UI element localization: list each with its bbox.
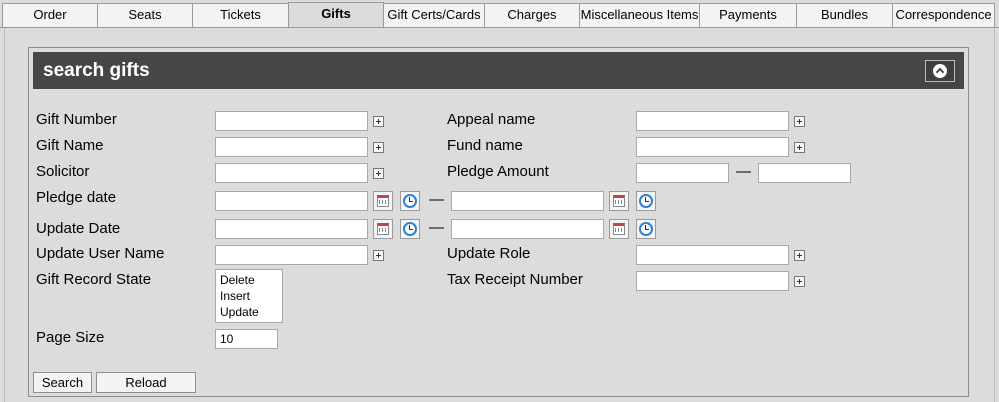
tab-bundles[interactable]: Bundles [796, 3, 893, 27]
search-gifts-panel: search gifts Gift Number Gift Name Solic… [28, 47, 969, 397]
update-user-name-add-icon[interactable] [373, 250, 384, 261]
pledge-amount-from-input[interactable] [636, 163, 729, 183]
update-date-to-clock-icon[interactable] [636, 219, 656, 239]
pledge-date-from-calendar-icon[interactable] [373, 191, 393, 211]
gift-record-state-option[interactable]: Insert [220, 288, 278, 304]
update-date-range-separator: — [429, 219, 444, 236]
search-button[interactable]: Search [33, 372, 92, 393]
tab-gifts[interactable]: Gifts [288, 2, 384, 28]
panel-title: search gifts [43, 60, 150, 81]
update-user-name-label: Update User Name [36, 245, 165, 262]
update-role-label: Update Role [447, 245, 531, 262]
collapse-button[interactable] [925, 60, 955, 82]
gift-number-input[interactable] [215, 111, 368, 131]
appeal-name-add-icon[interactable] [794, 116, 805, 127]
update-date-from-calendar-icon[interactable] [373, 219, 393, 239]
gift-name-label: Gift Name [36, 137, 104, 154]
appeal-name-input[interactable] [636, 111, 789, 131]
tab-bar: Order Seats Tickets Gifts Gift Certs/Car… [0, 0, 999, 28]
pledge-date-from-input[interactable] [215, 191, 368, 211]
tab-miscellaneous-items[interactable]: Miscellaneous Items [579, 3, 700, 27]
pledge-amount-label: Pledge Amount [447, 163, 549, 180]
tax-receipt-number-input[interactable] [636, 271, 789, 291]
tab-payments[interactable]: Payments [699, 3, 797, 27]
update-date-from-input[interactable] [215, 219, 368, 239]
update-role-input[interactable] [636, 245, 789, 265]
appeal-name-label: Appeal name [447, 111, 536, 128]
gift-number-add-icon[interactable] [373, 116, 384, 127]
reload-button[interactable]: Reload [96, 372, 196, 393]
update-date-to-input[interactable] [451, 219, 604, 239]
pledge-amount-to-input[interactable] [758, 163, 851, 183]
update-date-label: Update Date [36, 220, 121, 237]
tab-gift-certs-cards[interactable]: Gift Certs/Cards [383, 3, 485, 27]
tax-receipt-number-add-icon[interactable] [794, 276, 805, 287]
tab-seats[interactable]: Seats [97, 3, 193, 27]
gift-record-state-option[interactable]: Update [220, 304, 278, 320]
pledge-date-range-separator: — [429, 191, 444, 208]
tab-tickets[interactable]: Tickets [192, 3, 289, 27]
tab-order[interactable]: Order [2, 3, 98, 27]
fund-name-label: Fund name [447, 137, 523, 154]
page-size-label: Page Size [36, 329, 105, 346]
gift-record-state-listbox[interactable]: Delete Insert Update [215, 269, 283, 323]
pledge-date-label: Pledge date [36, 189, 117, 206]
solicitor-label: Solicitor [36, 163, 90, 180]
pledge-date-to-input[interactable] [451, 191, 604, 211]
update-user-name-input[interactable] [215, 245, 368, 265]
tab-correspondence[interactable]: Correspondence [892, 3, 995, 27]
pledge-amount-range-separator: — [736, 163, 751, 180]
tab-charges[interactable]: Charges [484, 3, 580, 27]
solicitor-input[interactable] [215, 163, 368, 183]
pledge-date-from-clock-icon[interactable] [400, 191, 420, 211]
fund-name-input[interactable] [636, 137, 789, 157]
gift-record-state-option[interactable]: Delete [220, 272, 278, 288]
gift-name-input[interactable] [215, 137, 368, 157]
gift-name-add-icon[interactable] [373, 142, 384, 153]
pledge-date-to-calendar-icon[interactable] [609, 191, 629, 211]
gift-record-state-label: Gift Record State [36, 271, 152, 288]
update-date-from-clock-icon[interactable] [400, 219, 420, 239]
panel-header: search gifts [33, 52, 964, 89]
update-role-add-icon[interactable] [794, 250, 805, 261]
pledge-date-to-clock-icon[interactable] [636, 191, 656, 211]
gift-number-label: Gift Number [36, 111, 117, 128]
collapse-up-icon [933, 64, 947, 78]
fund-name-add-icon[interactable] [794, 142, 805, 153]
update-date-to-calendar-icon[interactable] [609, 219, 629, 239]
solicitor-add-icon[interactable] [373, 168, 384, 179]
page-size-input[interactable] [215, 329, 278, 349]
tax-receipt-number-label: Tax Receipt Number [447, 271, 583, 288]
